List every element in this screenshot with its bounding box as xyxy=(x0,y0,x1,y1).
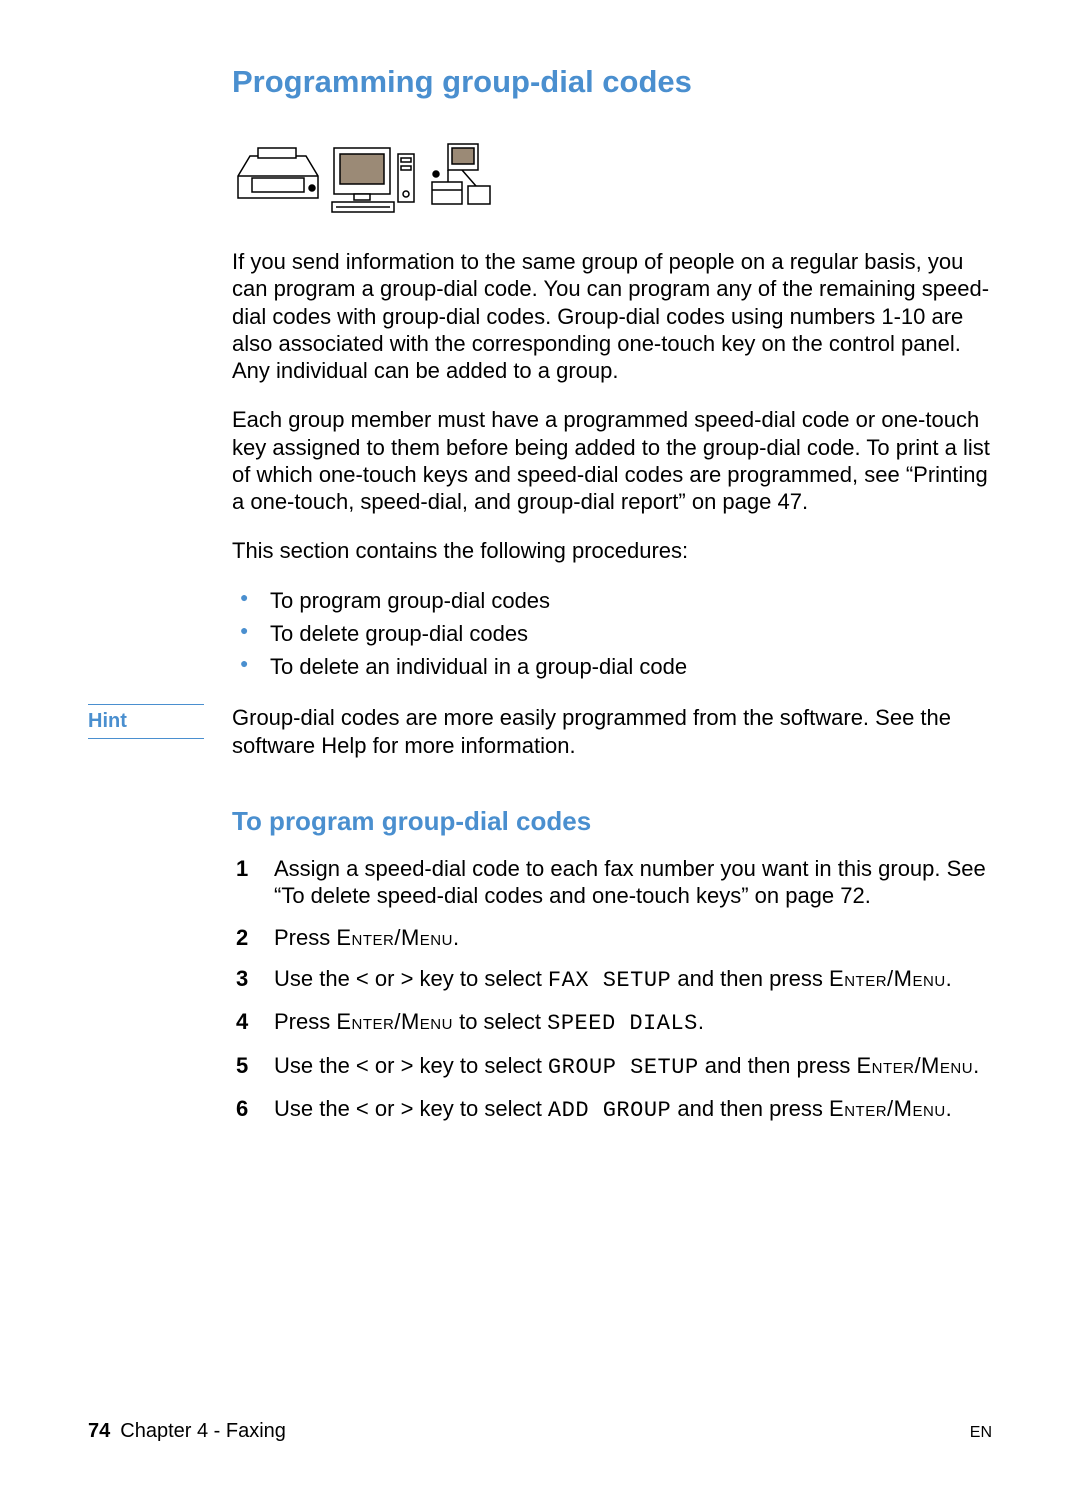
procedures-lead: This section contains the following proc… xyxy=(232,537,992,564)
step-item: Press Enter/Menu to select SPEED DIALS. xyxy=(232,1008,992,1037)
step-text: Use the < or > key to select xyxy=(274,1096,548,1121)
step-text: and then press xyxy=(671,966,829,991)
procedure-list: To program group-dial codes To delete gr… xyxy=(232,587,992,681)
list-item: To delete an individual in a group-dial … xyxy=(232,653,992,680)
step-text: . xyxy=(946,966,952,991)
step-text: Use the < or > key to select xyxy=(274,966,548,991)
step-text: Assign a speed-dial code to each fax num… xyxy=(274,856,986,908)
key-enter-menu: Enter/Menu xyxy=(336,925,453,950)
key-enter-menu: Enter/Menu xyxy=(829,966,946,991)
hint-text: Group-dial codes are more easily program… xyxy=(232,704,992,759)
key-enter-menu: Enter/Menu xyxy=(829,1096,946,1121)
step-item: Use the < or > key to select FAX SETUP a… xyxy=(232,965,992,994)
intro-paragraph-1: If you send information to the same grou… xyxy=(232,248,992,384)
chapter-label: Chapter 4 - Faxing xyxy=(120,1420,286,1442)
footer-lang: EN xyxy=(970,1424,992,1442)
step-text: Press xyxy=(274,925,336,950)
page-number: 74 xyxy=(88,1420,110,1442)
step-text: . xyxy=(453,925,459,950)
step-text: . xyxy=(698,1009,704,1034)
lcd-text: FAX SETUP xyxy=(548,968,671,993)
device-illustration xyxy=(232,138,992,216)
step-item: Use the < or > key to select ADD GROUP a… xyxy=(232,1095,992,1124)
page-title: Programming group-dial codes xyxy=(232,64,992,100)
section-heading: To program group-dial codes xyxy=(232,805,992,837)
lcd-text: ADD GROUP xyxy=(548,1098,671,1123)
step-item: Press Enter/Menu. xyxy=(232,924,992,951)
key-enter-menu: Enter/Menu xyxy=(336,1009,453,1034)
list-item: To program group-dial codes xyxy=(232,587,992,614)
list-item: To delete group-dial codes xyxy=(232,620,992,647)
step-text: Use the < or > key to select xyxy=(274,1053,548,1078)
lcd-text: GROUP SETUP xyxy=(548,1055,699,1080)
step-text: . xyxy=(973,1053,979,1078)
page: Programming group-dial codes xyxy=(0,0,1080,1495)
step-text: and then press xyxy=(699,1053,857,1078)
steps-list: Assign a speed-dial code to each fax num… xyxy=(232,855,992,1124)
lcd-text: SPEED DIALS xyxy=(547,1011,698,1036)
hint-label: Hint xyxy=(88,704,204,739)
footer-left: 74 Chapter 4 - Faxing xyxy=(88,1420,286,1443)
step-item: Assign a speed-dial code to each fax num… xyxy=(232,855,992,910)
page-footer: 74 Chapter 4 - Faxing EN xyxy=(88,1420,992,1443)
content-column: If you send information to the same grou… xyxy=(232,138,992,1124)
step-text: Press xyxy=(274,1009,336,1034)
step-item: Use the < or > key to select GROUP SETUP… xyxy=(232,1052,992,1081)
intro-paragraph-2: Each group member must have a programmed… xyxy=(232,406,992,515)
step-text: and then press xyxy=(671,1096,829,1121)
key-enter-menu: Enter/Menu xyxy=(856,1053,973,1078)
hint-block: Hint Group-dial codes are more easily pr… xyxy=(232,704,992,759)
step-text: to select xyxy=(453,1009,547,1034)
step-text: . xyxy=(946,1096,952,1121)
